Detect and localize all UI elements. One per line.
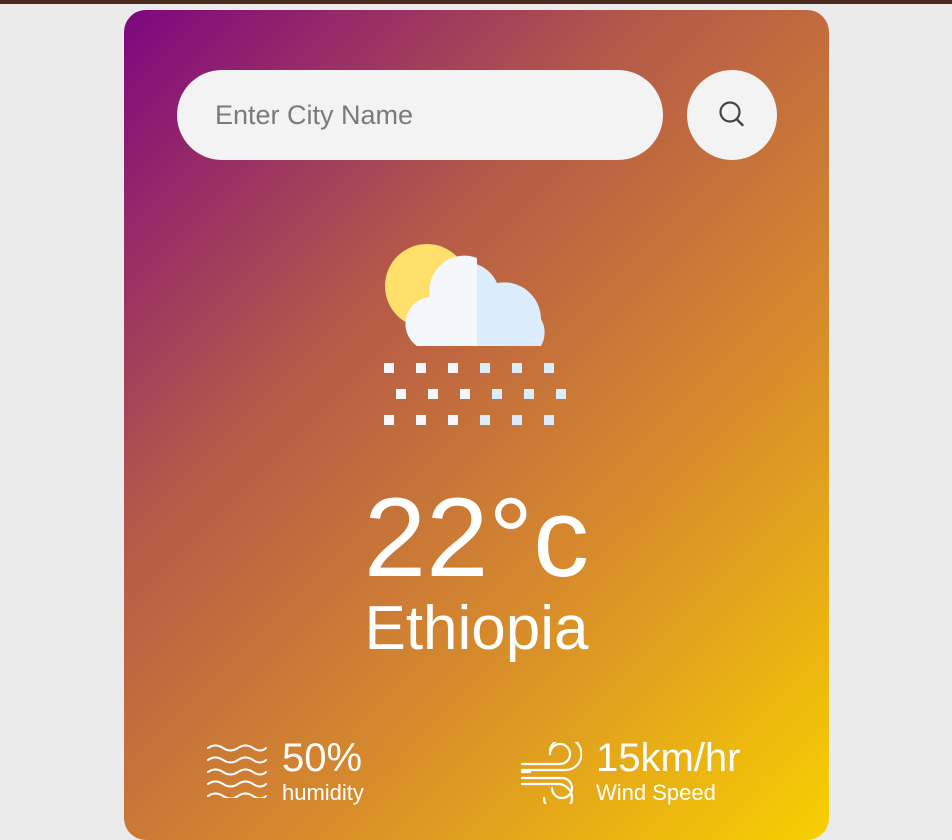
snowflake [416,363,426,373]
city-search-input[interactable] [177,70,663,160]
wind-icon [520,742,582,804]
humidity-label: humidity [282,780,364,805]
snowflake [480,363,490,373]
humidity-detail: 50% humidity [206,736,364,806]
snowflake [544,415,554,425]
snowflake [428,389,438,399]
weather-card: 22°c Ethiopia 50% humidity [124,10,829,840]
city-name: Ethiopia [364,594,589,663]
sun-cloud-snow-icon [384,244,566,425]
wind-value: 15km/hr [596,736,741,780]
snowflake [396,389,406,399]
temperature-value: 22°c [363,475,590,600]
snowflake [460,389,470,399]
snowflake [384,363,394,373]
snowflake [544,363,554,373]
snowflake [416,415,426,425]
top-border [0,0,952,4]
snowflake [512,415,522,425]
search-button[interactable] [687,70,777,160]
search-icon [719,101,744,127]
snowflake [448,415,458,425]
snowflake [448,363,458,373]
wind-label: Wind Speed [596,780,716,805]
snowflake [480,415,490,425]
humidity-text: 50% humidity [282,736,364,806]
wind-text: 15km/hr Wind Speed [596,736,741,806]
snowflake [384,415,394,425]
snowflake [556,389,566,399]
humidity-waves-icon [207,744,267,798]
snowflake [512,363,522,373]
snowflake [492,389,502,399]
snowflake [524,389,534,399]
humidity-value: 50% [282,736,363,780]
wind-detail: 15km/hr Wind Speed [520,736,741,806]
snowflakes [384,363,566,425]
